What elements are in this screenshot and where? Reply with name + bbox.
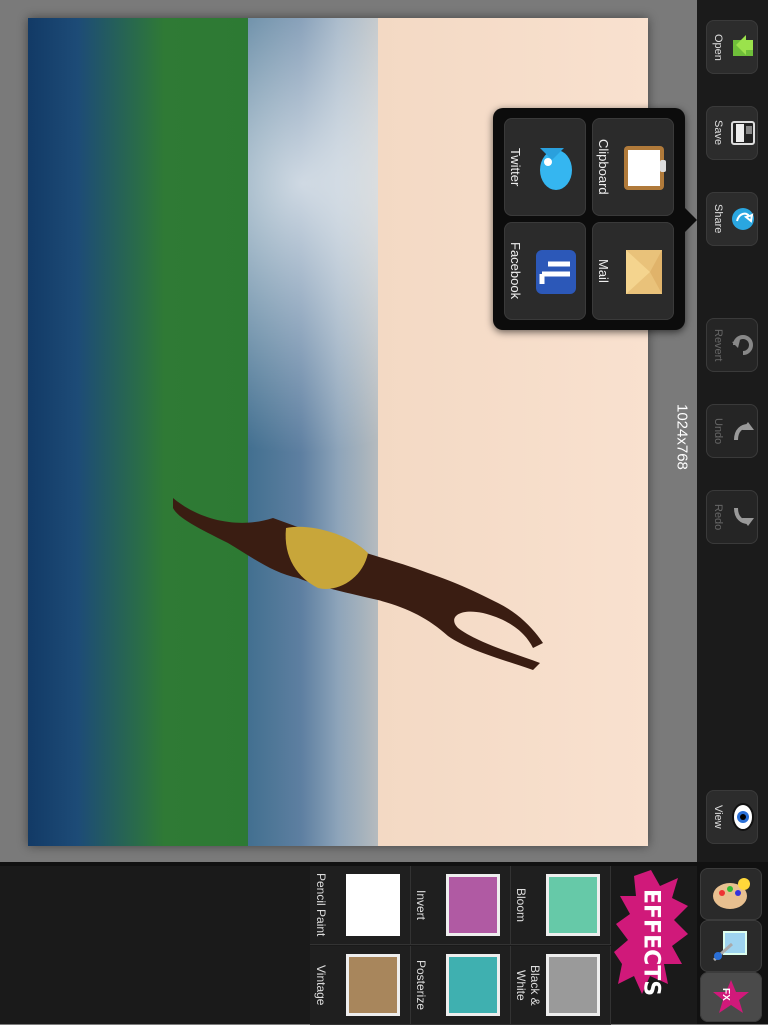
fx-tab[interactable]: FX (700, 972, 762, 1022)
revert-button[interactable]: Revert (706, 318, 758, 372)
redo-icon (730, 502, 756, 532)
effect-posterize-label: Posterize (414, 959, 428, 1011)
effects-title: EFFECTS (612, 868, 690, 1018)
mail-label: Mail (596, 259, 611, 283)
facebook-share-button[interactable]: Facebook (504, 222, 586, 320)
view-label: View (712, 805, 724, 829)
clipboard-label: Clipboard (596, 139, 611, 195)
palette-icon (710, 876, 752, 917)
revert-label: Revert (712, 328, 724, 362)
view-button[interactable]: View (706, 790, 758, 844)
tree-thumbnail-icon (446, 954, 500, 1016)
tree-thumbnail-icon (546, 954, 600, 1016)
undo-button[interactable]: Undo (706, 404, 758, 458)
effect-invert[interactable]: Invert (410, 866, 511, 945)
effect-bloom[interactable]: Bloom (510, 866, 611, 945)
crop-icon (710, 928, 752, 969)
popover-arrow (683, 206, 697, 234)
tree-thumbnail-icon (346, 954, 400, 1016)
redo-label: Redo (712, 503, 724, 531)
revert-icon (730, 330, 756, 360)
twitter-label: Twitter (508, 147, 523, 187)
open-icon (730, 32, 756, 62)
share-label: Share (712, 204, 724, 234)
effect-bloom-label: Bloom (514, 887, 528, 922)
effect-vintage-label: Vintage (314, 964, 328, 1006)
effect-vintage[interactable]: Vintage (310, 946, 411, 1025)
effect-black-white[interactable]: Black & White (510, 946, 611, 1025)
eye-icon (730, 802, 756, 832)
redo-button[interactable]: Redo (706, 490, 758, 544)
mail-icon (620, 244, 668, 298)
tree-thumbnail-icon (546, 874, 600, 936)
right-toolbar: Open Save Share Revert Undo Redo View (697, 0, 768, 862)
effects-title-text: EFFECTS (638, 889, 664, 997)
crop-tab[interactable] (700, 920, 762, 972)
tree-thumbnail-icon (446, 874, 500, 936)
fx-star-icon (710, 978, 752, 1021)
save-icon (730, 118, 756, 148)
facebook-icon (532, 244, 580, 298)
open-button[interactable]: Open (706, 20, 758, 74)
facebook-label: Facebook (508, 242, 523, 300)
undo-icon (730, 416, 756, 446)
effect-posterize[interactable]: Posterize (410, 946, 511, 1025)
fx-tab-label: FX (720, 988, 731, 1001)
mail-share-button[interactable]: Mail (592, 222, 674, 320)
share-popover: Clipboard Mail Twitter Facebook (493, 108, 685, 330)
share-button[interactable]: Share (706, 192, 758, 246)
open-label: Open (712, 33, 724, 61)
effect-invert-label: Invert (414, 889, 428, 920)
effect-black-white-label: Black & White (514, 964, 542, 1006)
twitter-icon (532, 140, 580, 194)
save-label: Save (712, 120, 724, 146)
palette-tab[interactable] (700, 868, 762, 920)
save-button[interactable]: Save (706, 106, 758, 160)
clipboard-share-button[interactable]: Clipboard (592, 118, 674, 216)
tree-thumbnail-icon (346, 874, 400, 936)
twitter-share-button[interactable]: Twitter (504, 118, 586, 216)
effect-pencil-paint[interactable]: Pencil Paint (310, 866, 411, 945)
image-size-label: 1024x768 (673, 404, 691, 470)
clipboard-icon (620, 140, 668, 194)
undo-label: Undo (712, 417, 724, 445)
effect-pencil-paint-label: Pencil Paint (314, 873, 328, 937)
share-icon (730, 204, 756, 234)
